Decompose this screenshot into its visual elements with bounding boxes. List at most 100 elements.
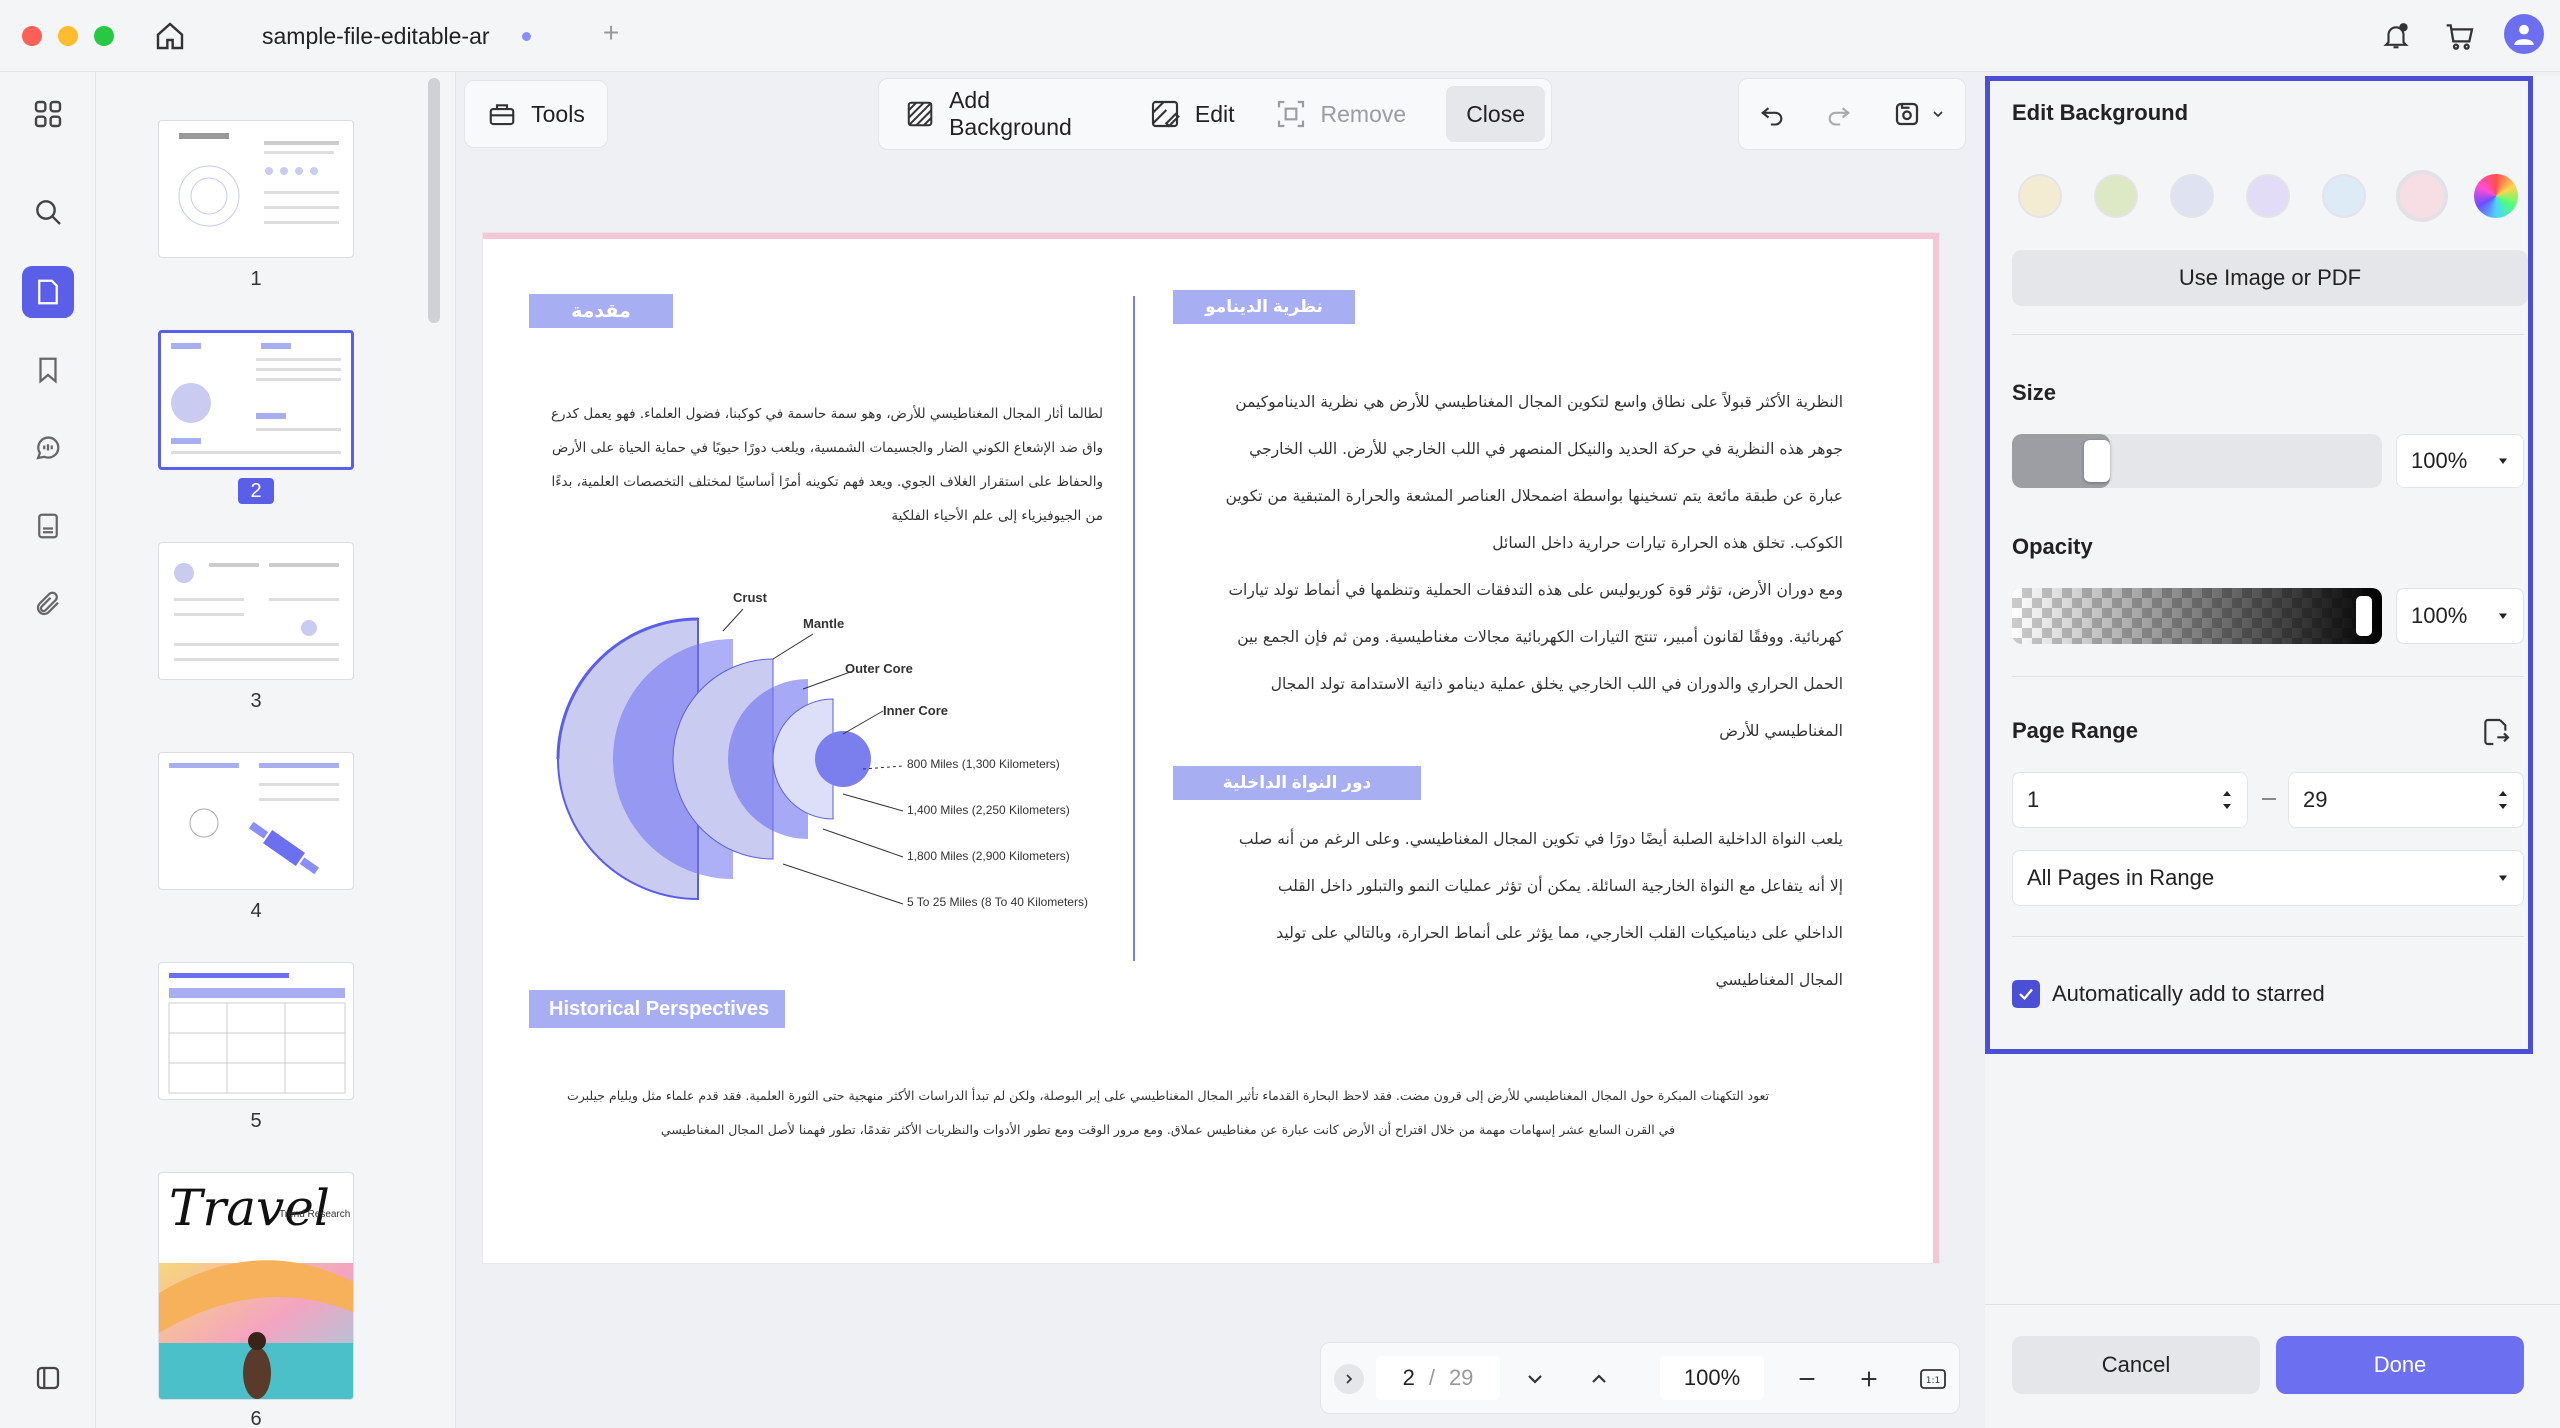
heading-history: Historical Perspectives — [529, 990, 785, 1028]
new-tab-plus-icon[interactable]: + — [596, 17, 626, 48]
page-range-label: Page Range — [2012, 718, 2138, 743]
tools-button[interactable]: Tools — [467, 86, 605, 142]
remove-background-button[interactable]: Remove — [1255, 86, 1427, 142]
zoom-window-button[interactable] — [94, 26, 114, 46]
attachment-icon[interactable] — [22, 578, 74, 630]
zoom-in-plus-icon[interactable] — [1852, 1362, 1886, 1396]
color-swatch-light-blue[interactable] — [2322, 174, 2366, 218]
range-from-field[interactable]: 1 — [2012, 772, 2248, 828]
range-to-field[interactable]: 29 — [2288, 772, 2524, 828]
size-slider[interactable] — [2012, 434, 2382, 488]
redo-icon[interactable] — [1825, 100, 1853, 128]
page-thumbnail[interactable] — [158, 542, 354, 680]
label-distance-4: 5 To 25 Miles (8 To 40 Kilometers) — [907, 895, 1088, 909]
size-slider-handle[interactable] — [2084, 440, 2110, 482]
sidebar-toggle-icon[interactable] — [22, 1352, 74, 1404]
next-page-chevron-down-icon[interactable] — [1518, 1362, 1552, 1396]
remove-label: Remove — [1320, 100, 1407, 127]
page-thumbnail[interactable] — [158, 752, 354, 890]
document-tab[interactable]: sample-file-editable-ar — [262, 10, 592, 62]
color-swatch-green[interactable] — [2094, 174, 2138, 218]
color-swatch-yellow[interactable] — [2018, 174, 2062, 218]
document-form-icon[interactable] — [22, 500, 74, 552]
comments-icon[interactable] — [22, 422, 74, 474]
minimize-window-button[interactable] — [58, 26, 78, 46]
save-icon — [1895, 102, 1918, 126]
use-image-or-pdf-button[interactable]: Use Image or PDF — [2012, 250, 2528, 306]
label-distance-2: 1,400 Miles (2,250 Kilometers) — [907, 803, 1070, 817]
remove-background-icon — [1277, 100, 1304, 128]
divider — [2012, 676, 2524, 677]
heading-dynamo: نظرية الدينامو — [1173, 290, 1355, 324]
opacity-slider[interactable] — [2012, 588, 2382, 644]
close-background-button[interactable]: Close — [1446, 86, 1545, 142]
page-thumbnail[interactable]: Travel Trend Research — [158, 1172, 354, 1400]
tools-container: Tools — [464, 80, 608, 148]
opacity-value: 100% — [2411, 603, 2468, 628]
search-icon[interactable] — [22, 186, 74, 238]
thumbnail-scrollbar[interactable] — [428, 78, 440, 323]
page-thumbnail[interactable] — [158, 962, 354, 1100]
add-background-icon — [907, 101, 933, 127]
range-mode-dropdown[interactable]: All Pages in Range — [2012, 850, 2524, 906]
page-number-field[interactable]: 2 / 29 — [1376, 1356, 1500, 1400]
custom-color-wheel-icon[interactable] — [2474, 174, 2518, 218]
notification-bell-icon[interactable] — [2376, 16, 2416, 56]
thumbnail-number: 5 — [250, 1110, 262, 1132]
caret-down-icon — [2499, 613, 2507, 619]
chevron-down-icon — [1933, 111, 1943, 118]
previous-page-chevron-up-icon[interactable] — [1582, 1362, 1616, 1396]
history-paragraph: تعود التكهنات المبكرة حول المجال المغناط… — [566, 1088, 1770, 1137]
column-divider — [1133, 296, 1135, 961]
chevron-right-icon[interactable] — [1334, 1364, 1364, 1394]
cart-icon[interactable] — [2440, 16, 2480, 56]
zoom-field[interactable]: 100% — [1660, 1356, 1764, 1400]
opacity-slider-handle[interactable] — [2356, 596, 2372, 636]
bookmark-icon[interactable] — [22, 344, 74, 396]
close-window-button[interactable] — [22, 26, 42, 46]
pages-thumbnails-icon[interactable] — [22, 266, 74, 318]
actual-size-icon[interactable]: 1:1 — [1916, 1362, 1950, 1396]
home-icon[interactable] — [150, 16, 190, 56]
page-thumbnail-selected[interactable] — [158, 330, 354, 470]
checkmark-icon — [2019, 988, 2033, 1001]
label-inner-core: Inner Core — [883, 703, 949, 718]
user-avatar-icon[interactable] — [2504, 14, 2544, 54]
close-label: Close — [1466, 100, 1525, 127]
thumbnail-number: 6 — [250, 1408, 262, 1428]
label-crust: Crust — [733, 590, 767, 605]
background-toolbar: Add Background Edit Remove Close — [878, 78, 1552, 150]
edit-background-button[interactable]: Edit — [1129, 86, 1255, 142]
color-swatch-gray-blue[interactable] — [2170, 174, 2214, 218]
edit-label: Edit — [1194, 100, 1235, 127]
undo-icon[interactable] — [1758, 100, 1786, 128]
edit-background-panel — [1985, 76, 2533, 1054]
tab-title: sample-file-editable-ar — [262, 22, 490, 49]
thumbnail-number-selected: 2 — [238, 478, 274, 504]
cancel-button[interactable]: Cancel — [2012, 1336, 2260, 1394]
page-thumbnail[interactable] — [158, 120, 354, 258]
page-range-picker-icon[interactable] — [2476, 712, 2516, 752]
color-swatch-pink-selected[interactable] — [2396, 170, 2448, 222]
total-pages: 29 — [1448, 1365, 1474, 1390]
add-background-button[interactable]: Add Background — [885, 86, 1129, 142]
done-button[interactable]: Done — [2276, 1336, 2524, 1394]
zoom-out-minus-icon[interactable] — [1790, 1362, 1824, 1396]
size-dropdown[interactable]: 100% — [2396, 434, 2524, 488]
range-to-value: 29 — [2303, 787, 2328, 812]
label-mantle: Mantle — [803, 616, 845, 631]
toolbox-icon — [489, 104, 515, 126]
color-swatch-lavender[interactable] — [2246, 174, 2290, 218]
apps-grid-icon[interactable] — [22, 88, 74, 140]
core-paragraph: يلعب النواة الداخلية الصلبة أيضًا دورًا … — [1238, 830, 1843, 989]
history-toolbar — [1738, 78, 1966, 150]
thumbnail-number: 3 — [250, 690, 262, 712]
stepper-arrows-icon — [2223, 791, 2231, 809]
pdf-page: مقدمة نظرية الدينامو لطالما أثار المجال … — [483, 233, 1939, 1263]
auto-star-checkbox[interactable] — [2012, 980, 2040, 1008]
range-dash — [2262, 798, 2276, 800]
opacity-dropdown[interactable]: 100% — [2396, 588, 2524, 644]
save-menu-button[interactable] — [1892, 99, 1946, 129]
size-value: 100% — [2411, 448, 2468, 473]
divider — [2012, 334, 2524, 335]
